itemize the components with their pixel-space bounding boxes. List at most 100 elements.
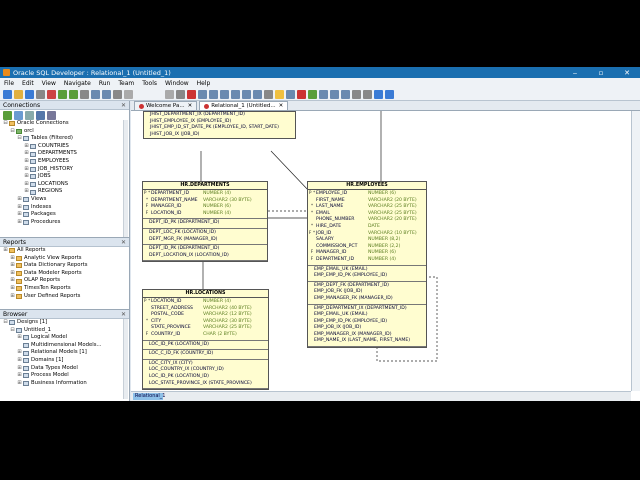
toolbar-button-icon[interactable]: [231, 89, 240, 99]
index-row[interactable]: EMP_JOB_FK (JOB_ID): [308, 289, 426, 296]
add-connection-icon[interactable]: [3, 110, 12, 120]
entity-locations[interactable]: HR.LOCATIONS P * LOCATION_ID NUMBER (4) STRE…: [142, 289, 269, 391]
column-row[interactable]: P * DEPARTMENT_ID NUMBER (4): [143, 191, 267, 198]
index-row[interactable]: DEPT_MGR_FK (MANAGER_ID): [143, 237, 267, 244]
menu-item-file[interactable]: File: [4, 80, 14, 87]
column-row[interactable]: F MANAGER_ID NUMBER (6): [308, 250, 426, 257]
expand-icon[interactable]: ⊞: [24, 166, 29, 174]
expand-icon[interactable]: ⊞: [17, 380, 22, 388]
menu-item-edit[interactable]: Edit: [22, 80, 34, 87]
index-row[interactable]: DEPT_ID_PK (DEPARTMENT_ID): [143, 246, 267, 253]
entity-employees[interactable]: HR.EMPLOYEES P * EMPLOYEE_ID NUMBER (6) FIRS…: [307, 181, 427, 349]
expand-icon[interactable]: ⊞: [24, 188, 29, 196]
toolbar-button-icon[interactable]: [113, 89, 122, 99]
toolbar-button-icon[interactable]: [242, 89, 251, 99]
tab-relational[interactable]: Relational_1 (Untitled... ✕: [199, 101, 289, 110]
column-row[interactable]: P * LOCATION_ID NUMBER (4): [143, 299, 268, 306]
entity-job-history[interactable]: JHIST_DEPARTMENT_IX (DEPARTMENT_ID) JHIST…: [143, 111, 296, 140]
index-row[interactable]: LOC_COUNTRY_IX (COUNTRY_ID): [143, 367, 268, 374]
connections-tree-item[interactable]: ⊞ DEPARTMENTS: [0, 150, 129, 158]
close-button[interactable]: ✕: [614, 69, 640, 77]
connections-tree-item[interactable]: ⊞ JOBS: [0, 173, 129, 181]
entity-departments[interactable]: HR.DEPARTMENTS P * DEPARTMENT_ID NUMBER (4)…: [142, 181, 268, 263]
toolbar-button-icon[interactable]: [286, 89, 295, 99]
expand-icon[interactable]: ⊟: [10, 327, 15, 335]
reports-tree-item[interactable]: ⊞ User Defined Reports: [0, 293, 129, 301]
index-row[interactable]: DEPT_ID_PK (DEPARTMENT_ID): [143, 220, 267, 227]
toolbar-button-icon[interactable]: [47, 89, 56, 99]
toolbar-button-icon[interactable]: [308, 89, 317, 99]
connections-tree-item[interactable]: ⊞ LOCATIONS: [0, 181, 129, 189]
expand-icon[interactable]: ⊞: [10, 255, 15, 263]
refresh-icon[interactable]: [14, 110, 23, 120]
toolbar-button-icon[interactable]: [14, 89, 23, 99]
connections-tree-item[interactable]: ⊟ orcl: [0, 128, 129, 136]
toolbar-button-icon[interactable]: [374, 89, 383, 99]
toolbar-button-icon[interactable]: [275, 89, 284, 99]
index-row[interactable]: LOC_ID_PK (LOCATION_ID): [143, 342, 268, 349]
column-row[interactable]: * HIRE_DATE DATE: [308, 224, 426, 231]
close-icon[interactable]: ✕: [121, 310, 126, 318]
tab-close-icon[interactable]: ✕: [188, 102, 193, 111]
index-row[interactable]: EMP_MANAGER_FK (MANAGER_ID): [308, 296, 426, 303]
reports-tree-item[interactable]: ⊞ Analytic View Reports: [0, 255, 129, 263]
column-row[interactable]: PHONE_NUMBER VARCHAR2 (20 BYTE): [308, 217, 426, 224]
browser-tree-item[interactable]: ⊞ Domains [1]: [0, 357, 129, 365]
toolbar-button-icon[interactable]: [319, 89, 328, 99]
close-icon[interactable]: ✕: [121, 238, 126, 246]
reports-tree-item[interactable]: ⊞ All Reports: [0, 247, 129, 255]
expand-icon[interactable]: ⊞: [10, 277, 15, 285]
index-row[interactable]: EMP_JOB_IX (JOB_ID): [308, 325, 426, 332]
toolbar-button-icon[interactable]: [36, 89, 45, 99]
schema-icon[interactable]: [36, 110, 45, 120]
expand-icon[interactable]: ⊟: [3, 319, 8, 327]
expand-icon[interactable]: ⊞: [3, 247, 8, 255]
toolbar-button-icon[interactable]: [102, 89, 111, 99]
toolbar-button-icon[interactable]: [25, 89, 34, 99]
expand-icon[interactable]: ⊞: [10, 262, 15, 270]
expand-icon[interactable]: ⊞: [17, 372, 22, 380]
expand-icon[interactable]: ⊞: [17, 211, 22, 219]
expand-icon[interactable]: ⊟: [3, 120, 8, 128]
menu-item-window[interactable]: Window: [165, 80, 189, 87]
index-row[interactable]: LOC_C_ID_FK (COUNTRY_ID): [143, 351, 268, 358]
menu-item-tools[interactable]: Tools: [142, 80, 157, 87]
index-row[interactable]: EMP_EMP_ID_PK (EMPLOYEE_ID): [308, 273, 426, 280]
toolbar-button-icon[interactable]: [385, 89, 394, 99]
column-row[interactable]: P * EMPLOYEE_ID NUMBER (6): [308, 191, 426, 198]
column-row[interactable]: POSTAL_CODE VARCHAR2 (12 BYTE): [143, 312, 268, 319]
sql-icon[interactable]: [47, 110, 56, 120]
reports-tree-item[interactable]: ⊞ OLAP Reports: [0, 277, 129, 285]
toolbar-button-icon[interactable]: [330, 89, 339, 99]
connections-tree-item[interactable]: ⊟ Tables (Filtered): [0, 135, 129, 143]
toolbar-button-icon[interactable]: [124, 89, 133, 99]
expand-icon[interactable]: ⊞: [24, 143, 29, 151]
expand-icon[interactable]: ⊞: [17, 204, 22, 212]
toolbar-button-icon[interactable]: [176, 89, 185, 99]
toolbar-button-icon[interactable]: [297, 89, 306, 99]
toolbar-button-icon[interactable]: [363, 89, 372, 99]
connections-tree-item[interactable]: ⊞ COUNTRIES: [0, 143, 129, 151]
expand-icon[interactable]: ⊞: [24, 150, 29, 158]
reports-tree-item[interactable]: ⊞ Data Dictionary Reports: [0, 262, 129, 270]
menu-item-view[interactable]: View: [42, 80, 56, 87]
toolbar-button-icon[interactable]: [3, 89, 12, 99]
toolbar-button-icon[interactable]: [220, 89, 229, 99]
expand-icon[interactable]: ⊞: [17, 349, 22, 357]
expand-icon[interactable]: ⊞: [24, 173, 29, 181]
index-row[interactable]: DEPT_LOCATION_IX (LOCATION_ID): [143, 253, 267, 260]
column-row[interactable]: F LOCATION_ID NUMBER (4): [143, 211, 267, 218]
reports-tree-item[interactable]: ⊞ TimesTen Reports: [0, 285, 129, 293]
connections-tree-item[interactable]: ⊞ REGIONS: [0, 188, 129, 196]
column-row[interactable]: SALARY NUMBER (8,2): [308, 237, 426, 244]
menu-item-navigate[interactable]: Navigate: [64, 80, 91, 87]
index-row[interactable]: DEPT_LOC_FK (LOCATION_ID): [143, 230, 267, 237]
column-row[interactable]: STATE_PROVINCE VARCHAR2 (25 BYTE): [143, 325, 268, 332]
reports-tree-item[interactable]: ⊞ Data Modeler Reports: [0, 270, 129, 278]
toolbar-button-icon[interactable]: [58, 89, 67, 99]
browser-tree-item[interactable]: ⊟ Designs [1]: [0, 319, 129, 327]
expand-icon[interactable]: ⊞: [24, 181, 29, 189]
connections-tree-item[interactable]: ⊞ Indexes: [0, 204, 129, 212]
filter-icon[interactable]: [25, 110, 34, 120]
column-row[interactable]: F DEPARTMENT_ID NUMBER (4): [308, 257, 426, 264]
